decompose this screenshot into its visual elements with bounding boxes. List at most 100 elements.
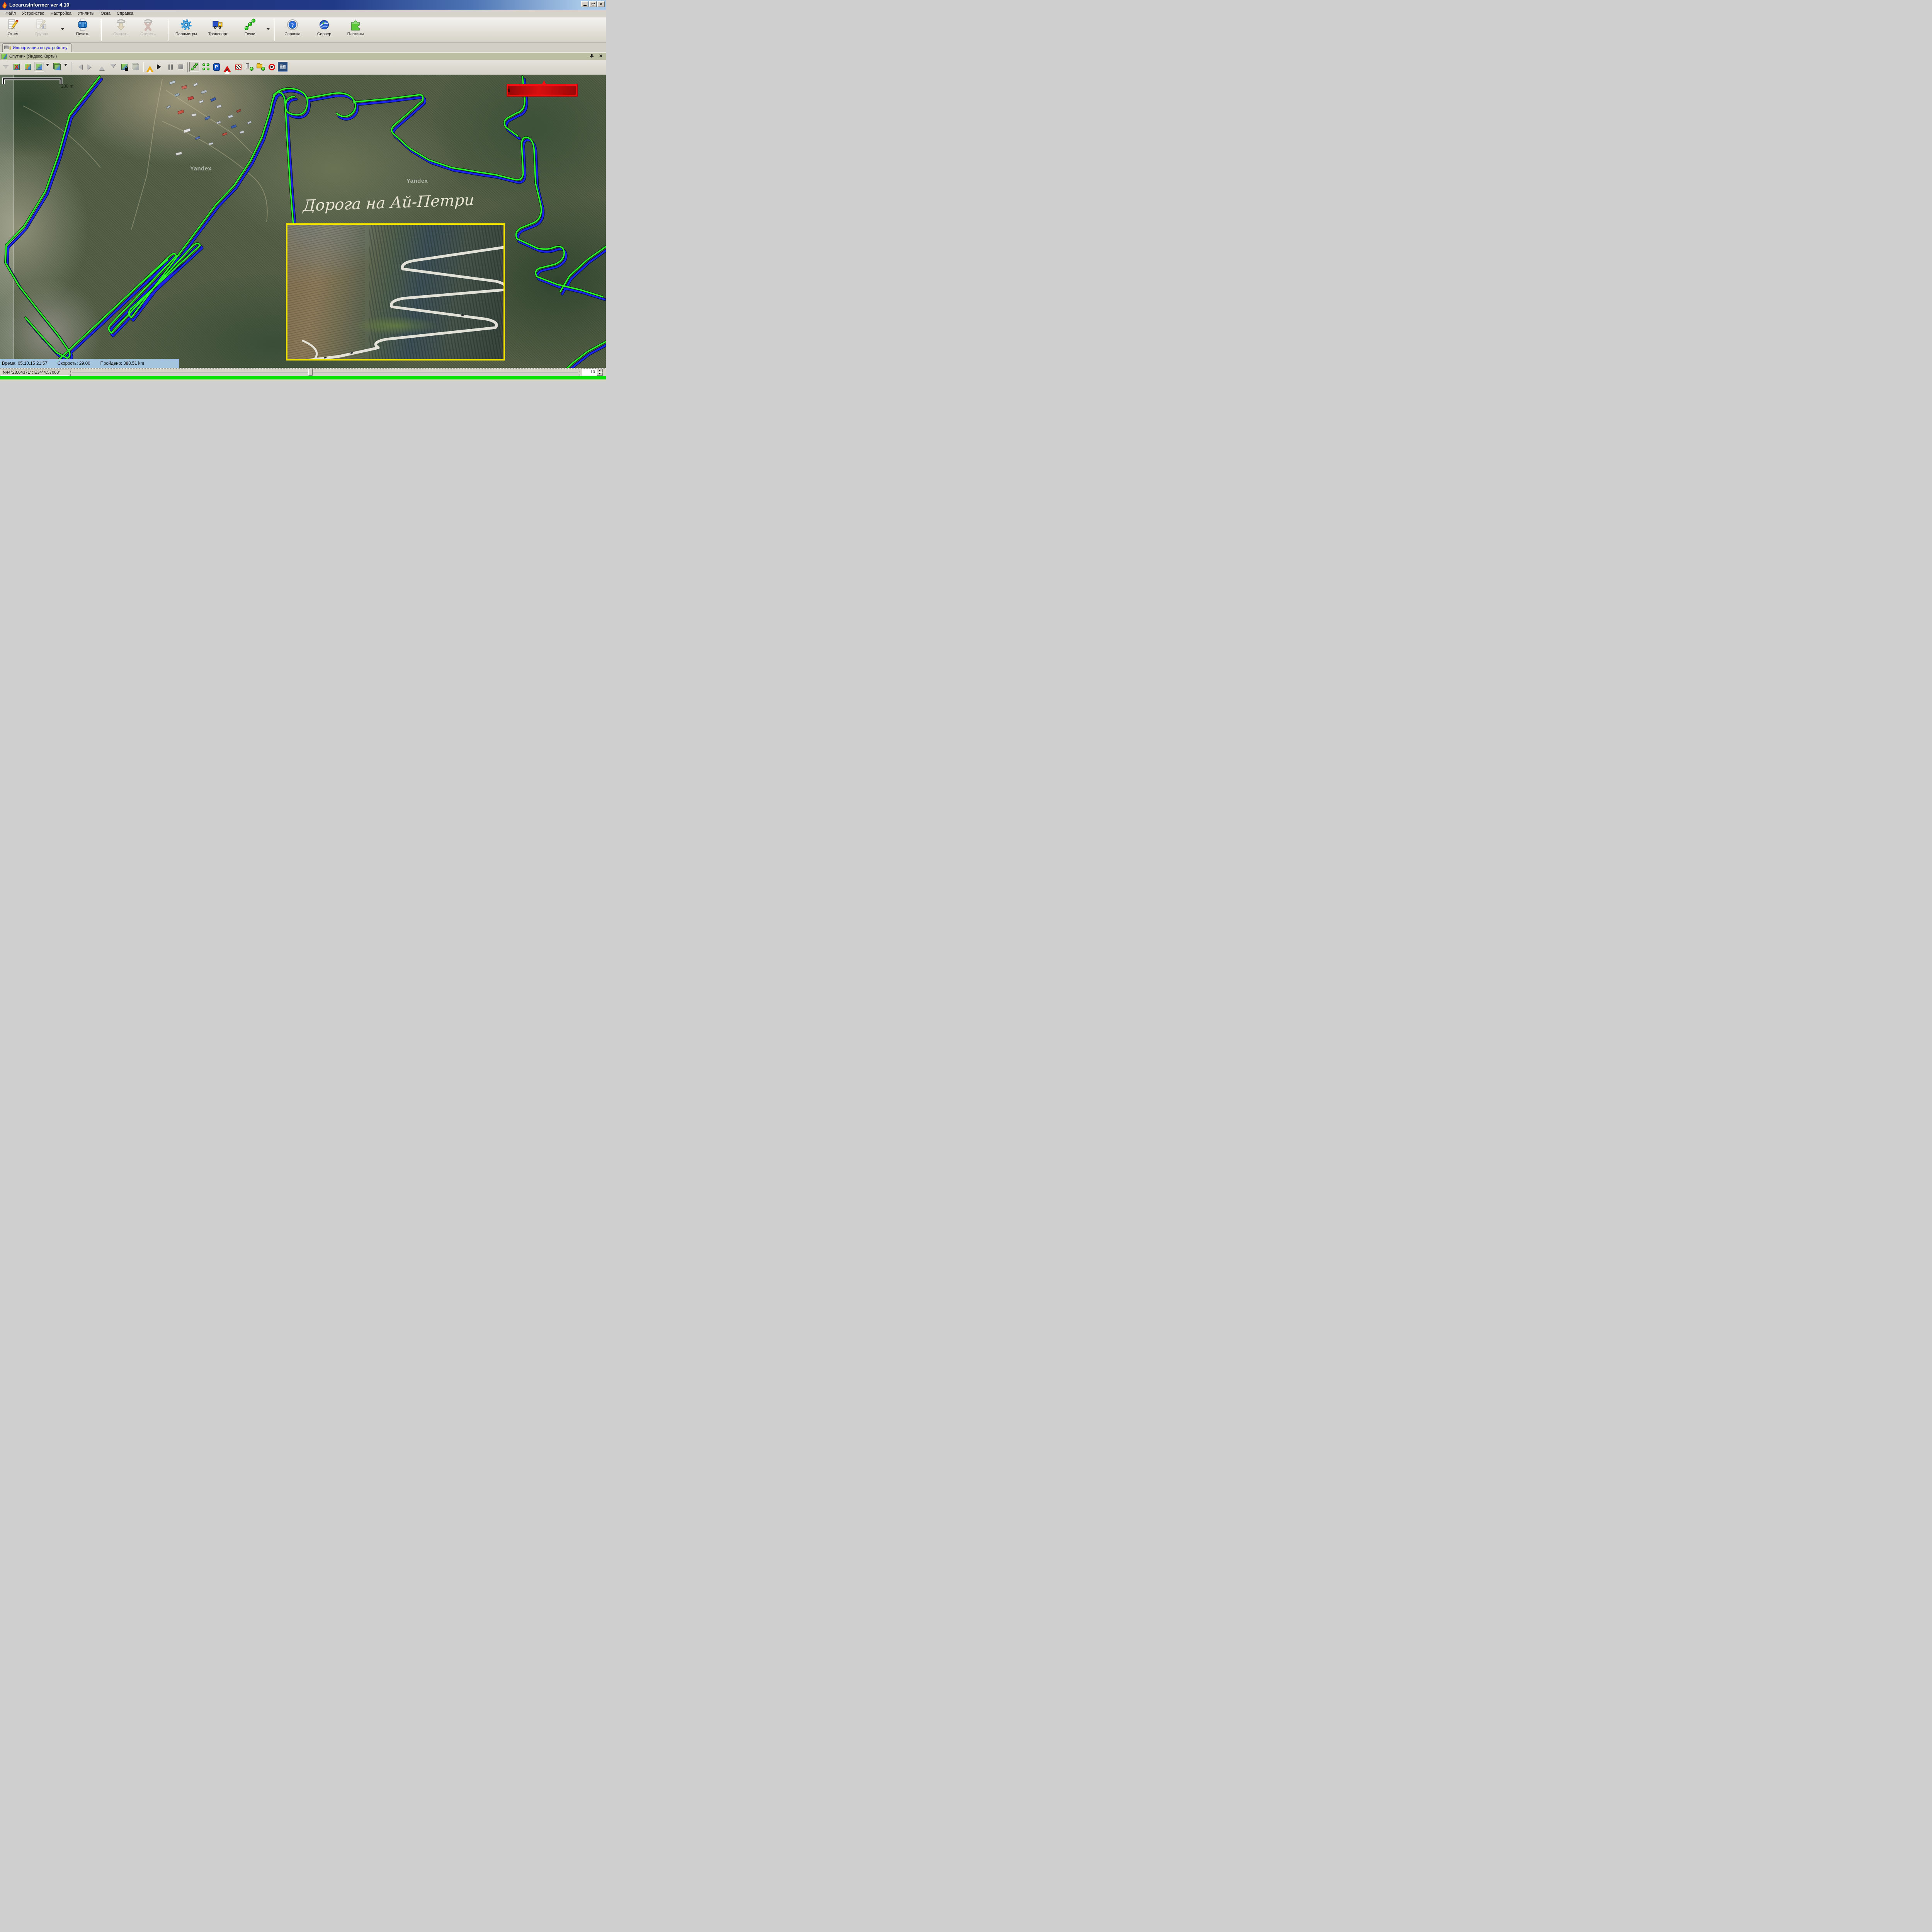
points-group-icon[interactable]: [202, 63, 210, 71]
info-speed: Скорость: 29.00: [58, 361, 90, 366]
coordinates-value: N44°28.04371′ : E34°4.57068′: [3, 370, 60, 375]
map-toolbar: X ↔: [0, 60, 606, 75]
slider-thumb[interactable]: [308, 369, 313, 376]
info-distance: Пройдено: 388.51 km: [100, 361, 144, 366]
tab-label: Информация по устройству: [13, 46, 67, 50]
group-icon: [36, 18, 48, 31]
menu-settings[interactable]: Настройка: [48, 10, 75, 17]
map-panel-title: Спутник (Яндекс.Карты): [9, 54, 57, 59]
restore-button[interactable]: [589, 1, 597, 7]
map-pan-dropdown-icon[interactable]: [46, 64, 49, 68]
server-button[interactable]: Сервер: [312, 18, 336, 42]
play-icon[interactable]: [156, 63, 165, 71]
read-icon: [115, 18, 127, 31]
app-logo-icon: [2, 2, 8, 9]
group-dropdown-icon[interactable]: [61, 28, 64, 32]
satellite-map[interactable]: 200 m Yandex Yandex 8 Дорога на Ай-Петри: [0, 75, 606, 368]
nav-left-icon[interactable]: [75, 63, 83, 71]
map-lock-icon[interactable]: [120, 63, 129, 71]
menu-help[interactable]: Справка: [114, 10, 136, 17]
map-layers-dropdown-icon[interactable]: [64, 64, 67, 68]
tab-row: i Информация по устройству: [0, 43, 606, 52]
nav-up-icon[interactable]: [97, 63, 106, 71]
map-toolbar-separator: [187, 62, 188, 72]
report-icon: [7, 18, 19, 31]
help-button[interactable]: ? Справка: [281, 18, 304, 42]
stop-icon[interactable]: [177, 63, 185, 71]
server-icon: [318, 18, 330, 31]
map-edit-icon[interactable]: [24, 63, 32, 71]
settings-button[interactable]: Параметры: [174, 18, 198, 42]
camera-icon[interactable]: [278, 62, 288, 72]
yandex-watermark: Yandex: [190, 165, 212, 172]
nav-right-icon[interactable]: [86, 63, 95, 71]
menu-windows[interactable]: Окна: [97, 10, 114, 17]
fuel-icon[interactable]: [245, 63, 254, 71]
nav-down-icon[interactable]: [109, 63, 117, 71]
menu-utilities[interactable]: Утилиты: [75, 10, 98, 17]
geofence-icon[interactable]: [257, 63, 265, 71]
warning-icon[interactable]: A: [223, 63, 231, 71]
transport-button[interactable]: Транспорт: [206, 18, 230, 42]
map-pan-icon[interactable]: ↔: [34, 62, 44, 72]
window-title: LocarusInformer ver 4.10: [9, 2, 69, 8]
track-progress-bar[interactable]: 8: [507, 84, 578, 97]
minimize-button[interactable]: [581, 1, 588, 7]
pin-icon[interactable]: [589, 53, 594, 59]
points-button[interactable]: Точки: [238, 18, 262, 42]
read-button[interactable]: Считать: [109, 18, 133, 42]
car-dot: [461, 315, 464, 316]
erase-button[interactable]: Стереть: [136, 18, 160, 42]
application-window: LocarusInformer ver 4.10 ✕ Файл Устройст…: [0, 0, 606, 382]
device-info-icon: i: [4, 45, 11, 51]
track-info-bar: Время: 05.10.15 21:57 Скорость: 29.00 Пр…: [0, 359, 179, 368]
map-layers-icon[interactable]: [53, 63, 61, 71]
group-button[interactable]: Группа: [30, 18, 54, 42]
status-separator: [70, 369, 71, 376]
coordinates-box: N44°28.04371′ : E34°4.57068′: [1, 369, 69, 376]
panel-close-icon[interactable]: ✕: [598, 53, 604, 59]
title-bar: LocarusInformer ver 4.10 ✕: [0, 0, 606, 10]
zoom-up-button[interactable]: [597, 369, 603, 372]
report-button[interactable]: Отчет: [1, 18, 25, 42]
settings-icon: [180, 18, 192, 31]
parking-icon[interactable]: P: [212, 63, 221, 71]
menu-bar: Файл Устройство Настройка Утилиты Окна С…: [0, 10, 606, 17]
close-button[interactable]: ✕: [597, 1, 605, 7]
map-delete-icon[interactable]: X: [12, 63, 21, 71]
help-icon: ?: [286, 18, 299, 31]
zoom-value-field[interactable]: 10: [582, 369, 597, 376]
info-time: Время: 05.10.15 21:57: [2, 361, 48, 366]
bottom-green-stripe: [0, 376, 606, 379]
download-track-icon[interactable]: [2, 63, 10, 71]
print-button[interactable]: Печать: [71, 18, 95, 42]
map-panel-header: Спутник (Яндекс.Карты) ✕: [0, 52, 606, 60]
points-dropdown-icon[interactable]: [267, 28, 270, 32]
pause-icon[interactable]: [166, 63, 175, 71]
print-icon: [77, 18, 89, 31]
progress-value: 8: [507, 88, 510, 93]
tab-device-info[interactable]: i Информация по устройству: [2, 43, 71, 52]
plugins-icon: [349, 18, 362, 31]
map-scale-label: 200 m: [61, 84, 73, 89]
track-position-slider[interactable]: [72, 369, 578, 376]
menu-file[interactable]: Файл: [2, 10, 19, 17]
serpentine-road-photo: [286, 223, 505, 361]
plugins-button[interactable]: Плагины: [344, 18, 367, 42]
transport-icon: [212, 18, 224, 31]
target-icon[interactable]: [267, 63, 276, 71]
route-points-icon[interactable]: [189, 62, 199, 72]
zoom-down-button[interactable]: [597, 372, 603, 376]
erase-icon: [142, 18, 154, 31]
svg-text:?: ?: [291, 23, 294, 29]
map-scale-bar: [2, 77, 64, 86]
status-bar: N44°28.04371′ : E34°4.57068′ 10: [0, 368, 606, 376]
ruler-icon[interactable]: [146, 63, 154, 71]
yandex-watermark: Yandex: [406, 178, 428, 184]
bottom-gray-stripe: [0, 381, 606, 382]
map-copy-icon[interactable]: [131, 63, 140, 71]
menu-device[interactable]: Устройство: [19, 10, 48, 17]
railroad-icon[interactable]: [234, 63, 242, 71]
satellite-map-icon: [2, 54, 7, 59]
main-toolbar: Отчет Группа: [0, 17, 606, 43]
